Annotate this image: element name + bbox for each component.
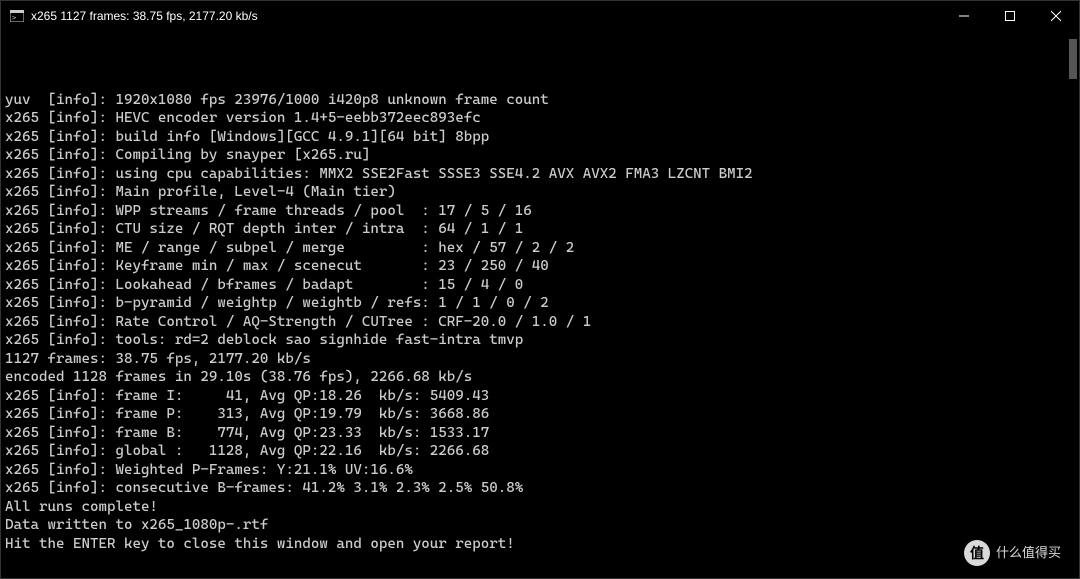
terminal-line: x265 [info]: Rate Control / AQ-Strength … [5,313,1077,332]
terminal-line: Hit the ENTER key to close this window a… [5,535,1077,554]
terminal-line: x265 [info]: Weighted P-Frames: Y:21.1% … [5,461,1077,480]
terminal-line: yuv [info]: 1920x1080 fps 23976/1000 i42… [5,91,1077,110]
terminal-line: x265 [info]: global : 1128, Avg QP:22.16… [5,442,1077,461]
terminal-line: x265 [info]: Compiling by snayper [x265.… [5,146,1077,165]
terminal-line: x265 [info]: Main profile, Level-4 (Main… [5,183,1077,202]
terminal-line: x265 [info]: Keyframe min / max / scenec… [5,257,1077,276]
terminal-line: encoded 1128 frames in 29.10s (38.76 fps… [5,368,1077,387]
terminal-output[interactable]: yuv [info]: 1920x1080 fps 23976/1000 i42… [1,31,1079,578]
terminal-line: x265 [info]: CTU size / RQT depth inter … [5,220,1077,239]
console-window: >_ x265 1127 frames: 38.75 fps, 2177.20 … [0,0,1080,579]
scrollbar-thumb[interactable] [1069,39,1077,79]
terminal-line: x265 [info]: frame B: 774, Avg QP:23.33 … [5,424,1077,443]
terminal-line: x265 [info]: using cpu capabilities: MMX… [5,165,1077,184]
window-title: x265 1127 frames: 38.75 fps, 2177.20 kb/… [31,9,258,23]
window-controls [941,1,1079,31]
terminal-line: Data written to x265_1080p-.rtf [5,516,1077,535]
titlebar[interactable]: >_ x265 1127 frames: 38.75 fps, 2177.20 … [1,1,1079,31]
terminal-line: x265 [info]: frame I: 41, Avg QP:18.26 k… [5,387,1077,406]
watermark: 值 什么值得买 [964,540,1061,566]
terminal-line: x265 [info]: b-pyramid / weightp / weigh… [5,294,1077,313]
terminal-line: x265 [info]: HEVC encoder version 1.4+5-… [5,109,1077,128]
svg-text:>_: >_ [12,14,21,22]
terminal-line: x265 [info]: WPP streams / frame threads… [5,202,1077,221]
terminal-line: x265 [info]: build info [Windows][GCC 4.… [5,128,1077,147]
terminal-line: x265 [info]: Lookahead / bframes / badap… [5,276,1077,295]
app-icon: >_ [9,8,25,24]
minimize-button[interactable] [941,1,987,31]
terminal-line: x265 [info]: ME / range / subpel / merge… [5,239,1077,258]
terminal-line: 1127 frames: 38.75 fps, 2177.20 kb/s [5,350,1077,369]
close-button[interactable] [1033,1,1079,31]
terminal-line: All runs complete! [5,498,1077,517]
watermark-text: 什么值得买 [996,544,1061,563]
maximize-button[interactable] [987,1,1033,31]
terminal-line: x265 [info]: consecutive B-frames: 41.2%… [5,479,1077,498]
terminal-line: x265 [info]: frame P: 313, Avg QP:19.79 … [5,405,1077,424]
watermark-badge-icon: 值 [964,540,990,566]
terminal-line: x265 [info]: tools: rd=2 deblock sao sig… [5,331,1077,350]
